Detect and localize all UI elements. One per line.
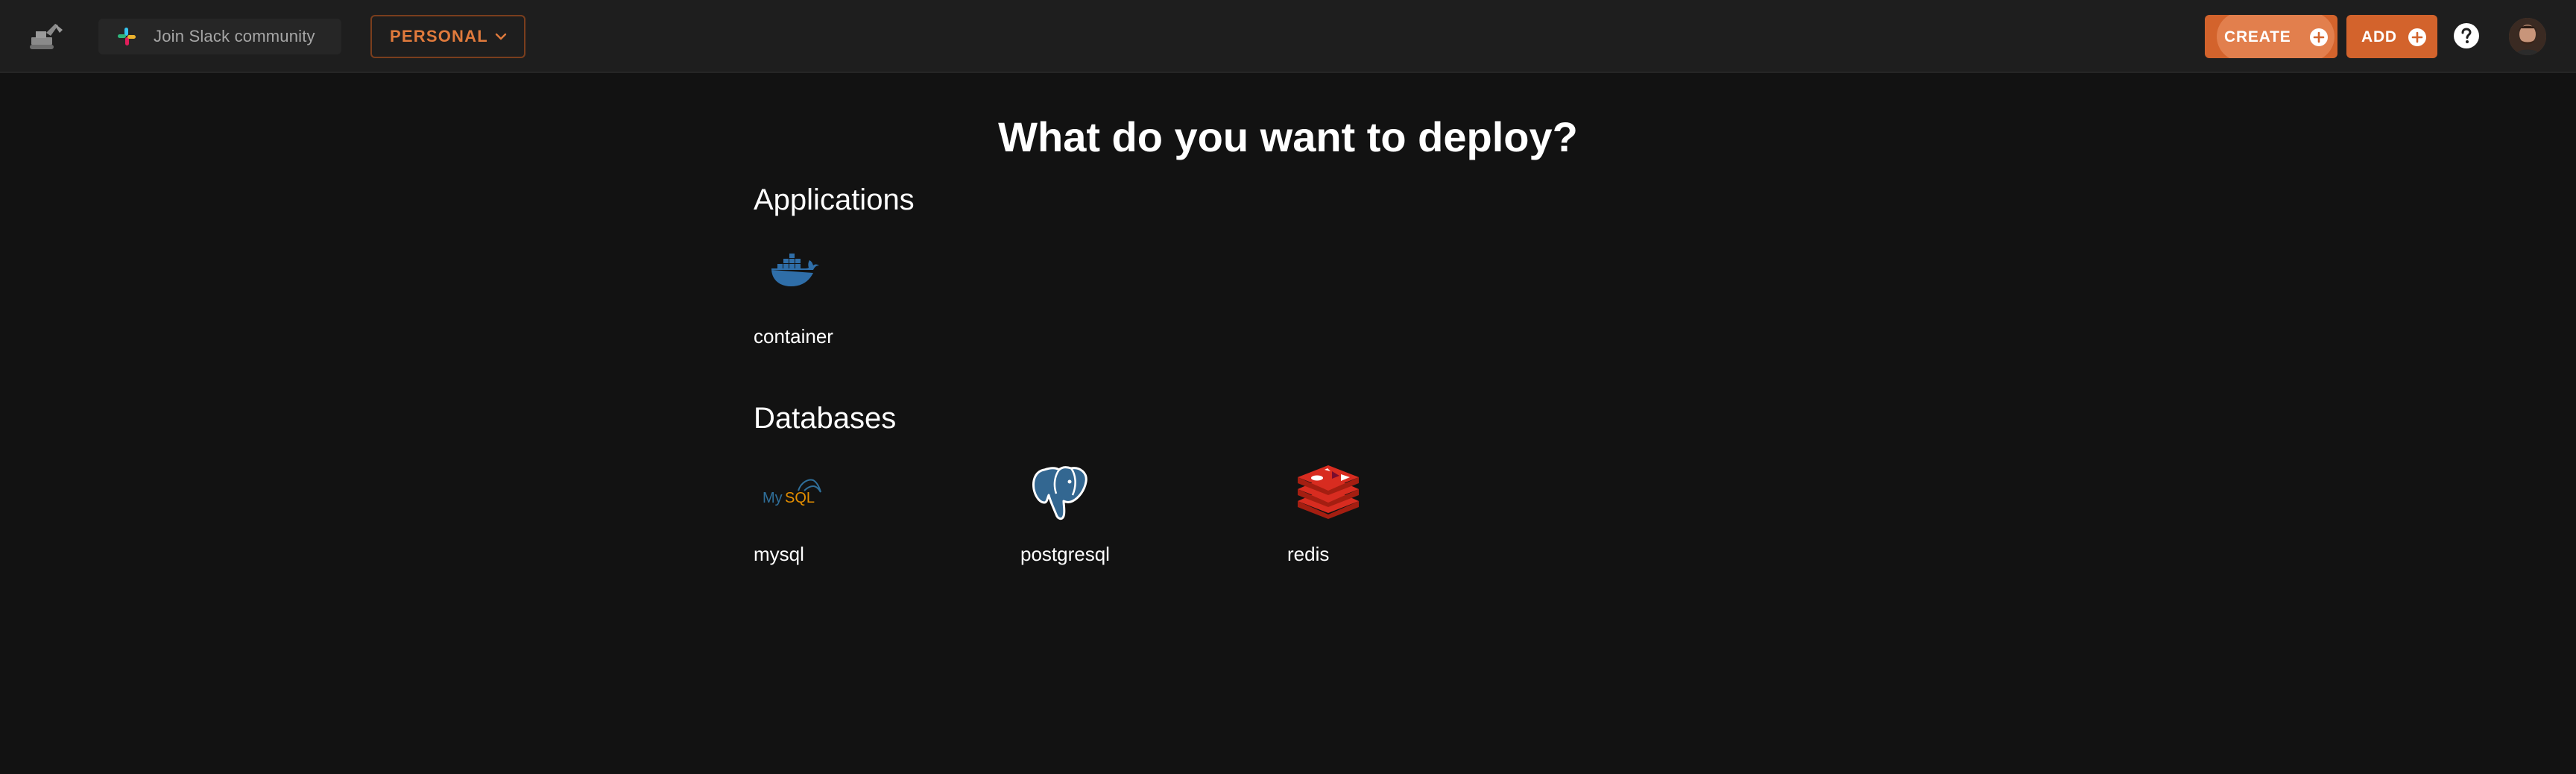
excavator-logo-icon[interactable] <box>30 21 64 52</box>
plus-circle-icon <box>2310 28 2328 46</box>
add-button[interactable]: ADD <box>2346 15 2437 58</box>
deploy-option-label: mysql <box>754 543 804 565</box>
svg-text:SQL: SQL <box>785 490 815 506</box>
svg-text:My: My <box>763 490 783 506</box>
chevron-down-icon <box>495 33 507 40</box>
account-selector[interactable]: PERSONAL <box>370 15 525 58</box>
deploy-option-label: postgresql <box>1020 543 1110 565</box>
docker-icon <box>771 254 819 286</box>
help-icon[interactable] <box>2453 22 2480 49</box>
deploy-option-container[interactable]: container <box>754 248 977 359</box>
deploy-option-label: container <box>754 325 833 347</box>
deploy-option-label: redis <box>1287 543 1330 565</box>
account-selector-label: PERSONAL <box>390 27 488 45</box>
top-bar: Join Slack community PERSONAL CREATE ADD <box>0 0 2576 73</box>
join-slack-link[interactable]: Join Slack community <box>98 19 341 54</box>
create-button-label: CREATE <box>2224 28 2291 45</box>
mysql-icon: My SQL <box>763 479 821 506</box>
section-heading-applications: Applications <box>754 183 915 216</box>
user-avatar[interactable] <box>2509 18 2546 55</box>
avatar-image <box>2509 18 2546 55</box>
create-button[interactable]: CREATE <box>2205 15 2337 58</box>
redis-icon <box>1298 465 1359 519</box>
join-slack-label: Join Slack community <box>154 27 315 45</box>
deploy-option-mysql[interactable]: My SQL mysql <box>754 465 977 577</box>
deploy-option-postgresql[interactable]: postgresql <box>1020 465 1244 577</box>
section-heading-databases: Databases <box>754 402 897 435</box>
deploy-option-redis[interactable]: redis <box>1287 465 1511 577</box>
plus-circle-icon <box>2408 28 2426 46</box>
add-button-label: ADD <box>2361 28 2397 45</box>
page: Join Slack community PERSONAL CREATE ADD <box>0 0 2576 774</box>
postgresql-icon <box>1032 466 1087 520</box>
page-title: What do you want to deploy? <box>998 113 1578 160</box>
slack-icon <box>118 28 136 45</box>
